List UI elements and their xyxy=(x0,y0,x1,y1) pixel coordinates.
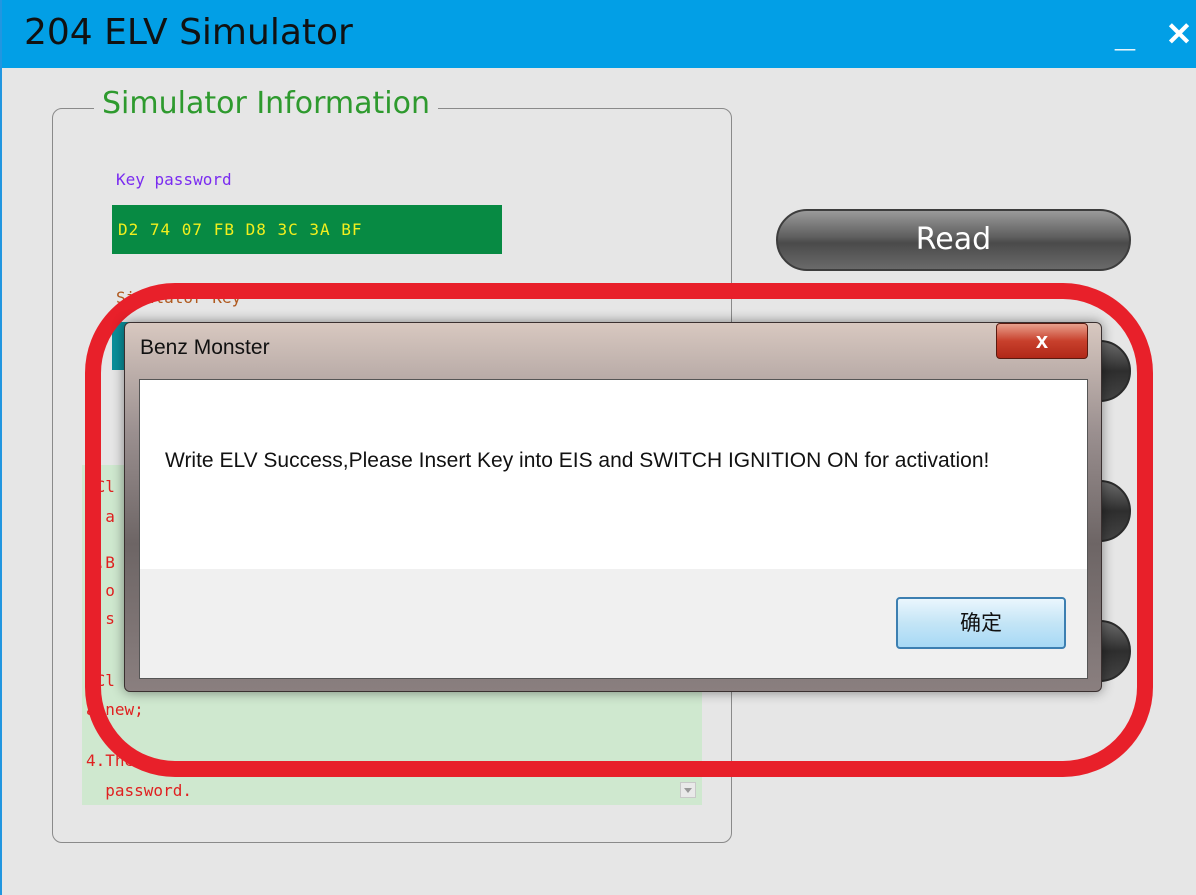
ok-button[interactable]: 确定 xyxy=(896,597,1066,649)
title-bar[interactable]: 204 ELV Simulator _ ✕ xyxy=(2,0,1196,68)
close-button[interactable]: ✕ xyxy=(1162,14,1196,54)
scroll-down-arrow-icon[interactable] xyxy=(680,782,696,798)
minimize-button[interactable]: _ xyxy=(1110,14,1140,54)
key-password-label: Key password xyxy=(116,170,232,189)
dialog-title: Benz Monster xyxy=(140,336,270,359)
note-line: password. xyxy=(86,781,192,800)
app-window: 204 ELV Simulator _ ✕ Simulator Informat… xyxy=(0,0,1196,895)
simulator-info-legend: Simulator Information xyxy=(94,86,438,121)
window-title: 204 ELV Simulator xyxy=(24,12,353,53)
read-button[interactable]: Read xyxy=(776,209,1131,271)
dialog-message: Write ELV Success,Please Insert Key into… xyxy=(165,449,990,472)
dialog-close-button[interactable]: x xyxy=(996,323,1088,359)
key-password-field[interactable]: D2 74 07 FB D8 3C 3A BF xyxy=(112,205,502,254)
